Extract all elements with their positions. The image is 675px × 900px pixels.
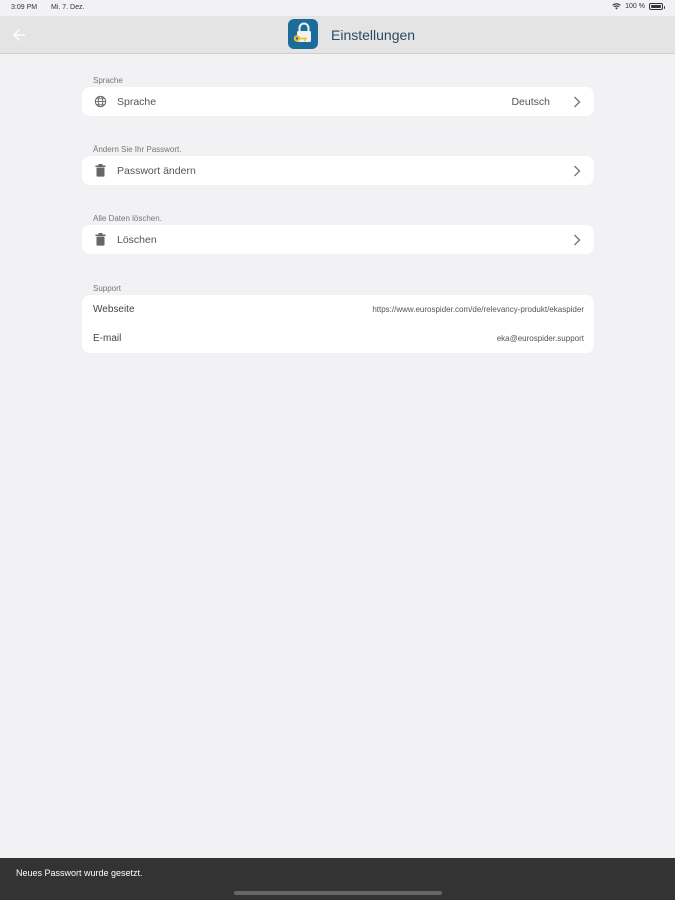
website-link[interactable]: https://www.eurospider.com/de/relevancy-… (372, 305, 584, 314)
trash-icon (93, 164, 107, 178)
language-label: Sprache (117, 95, 157, 108)
battery-icon (649, 3, 665, 10)
email-label: E-mail (93, 333, 122, 344)
language-row[interactable]: Sprache Deutsch (82, 87, 594, 116)
change-password-row[interactable]: Passwort ändern (82, 156, 594, 185)
section-header-password: Ändern Sie Ihr Passwort. (93, 145, 182, 154)
chevron-right-icon (574, 96, 581, 107)
globe-icon (93, 95, 107, 109)
delete-label: Löschen (117, 233, 157, 246)
language-card: Sprache Deutsch (82, 87, 594, 116)
website-label: Webseite (93, 304, 135, 315)
chevron-right-icon (574, 234, 581, 245)
section-language: Sprache Sprache Deutsch (82, 76, 594, 116)
email-row[interactable]: E-mail eka@eurospider.support (82, 324, 594, 353)
section-header-language: Sprache (93, 76, 123, 85)
status-date: Mi. 7. Dez. (51, 4, 85, 11)
section-delete: Alle Daten löschen. Löschen (82, 214, 594, 254)
status-time: 3:09 PM (11, 4, 38, 11)
status-right: 100 % (612, 3, 665, 10)
home-indicator[interactable] (234, 891, 442, 895)
language-value: Deutsch (511, 95, 550, 108)
change-password-label: Passwort ändern (117, 164, 196, 177)
back-arrow-icon[interactable] (10, 26, 28, 44)
support-card: Webseite https://www.eurospider.com/de/r… (82, 295, 594, 353)
section-support: Support Webseite https://www.eurospider.… (82, 284, 594, 353)
settings-content: Sprache Sprache Deutsch Ändern Sie Ihr P… (82, 54, 594, 353)
wifi-icon (612, 3, 621, 10)
trash-icon (93, 233, 107, 247)
chevron-right-icon (574, 165, 581, 176)
status-bar: 3:09 PM Mi. 7. Dez. 100 % (0, 0, 675, 16)
delete-card: Löschen (82, 225, 594, 254)
delete-row[interactable]: Löschen (82, 225, 594, 254)
app-logo (288, 19, 318, 49)
website-row[interactable]: Webseite https://www.eurospider.com/de/r… (82, 295, 594, 324)
app-bar: Einstellungen (0, 16, 675, 54)
password-card: Passwort ändern (82, 156, 594, 185)
lock-key-icon (293, 22, 311, 42)
section-password: Ändern Sie Ihr Passwort. Passwort ändern (82, 145, 594, 185)
page-title: Einstellungen (331, 27, 416, 43)
snackbar-message: Neues Passwort wurde gesetzt. (16, 868, 143, 878)
section-header-support: Support (93, 284, 122, 293)
section-header-delete: Alle Daten löschen. (93, 214, 162, 223)
battery-percent: 100 % (625, 3, 645, 10)
email-link[interactable]: eka@eurospider.support (497, 334, 584, 343)
